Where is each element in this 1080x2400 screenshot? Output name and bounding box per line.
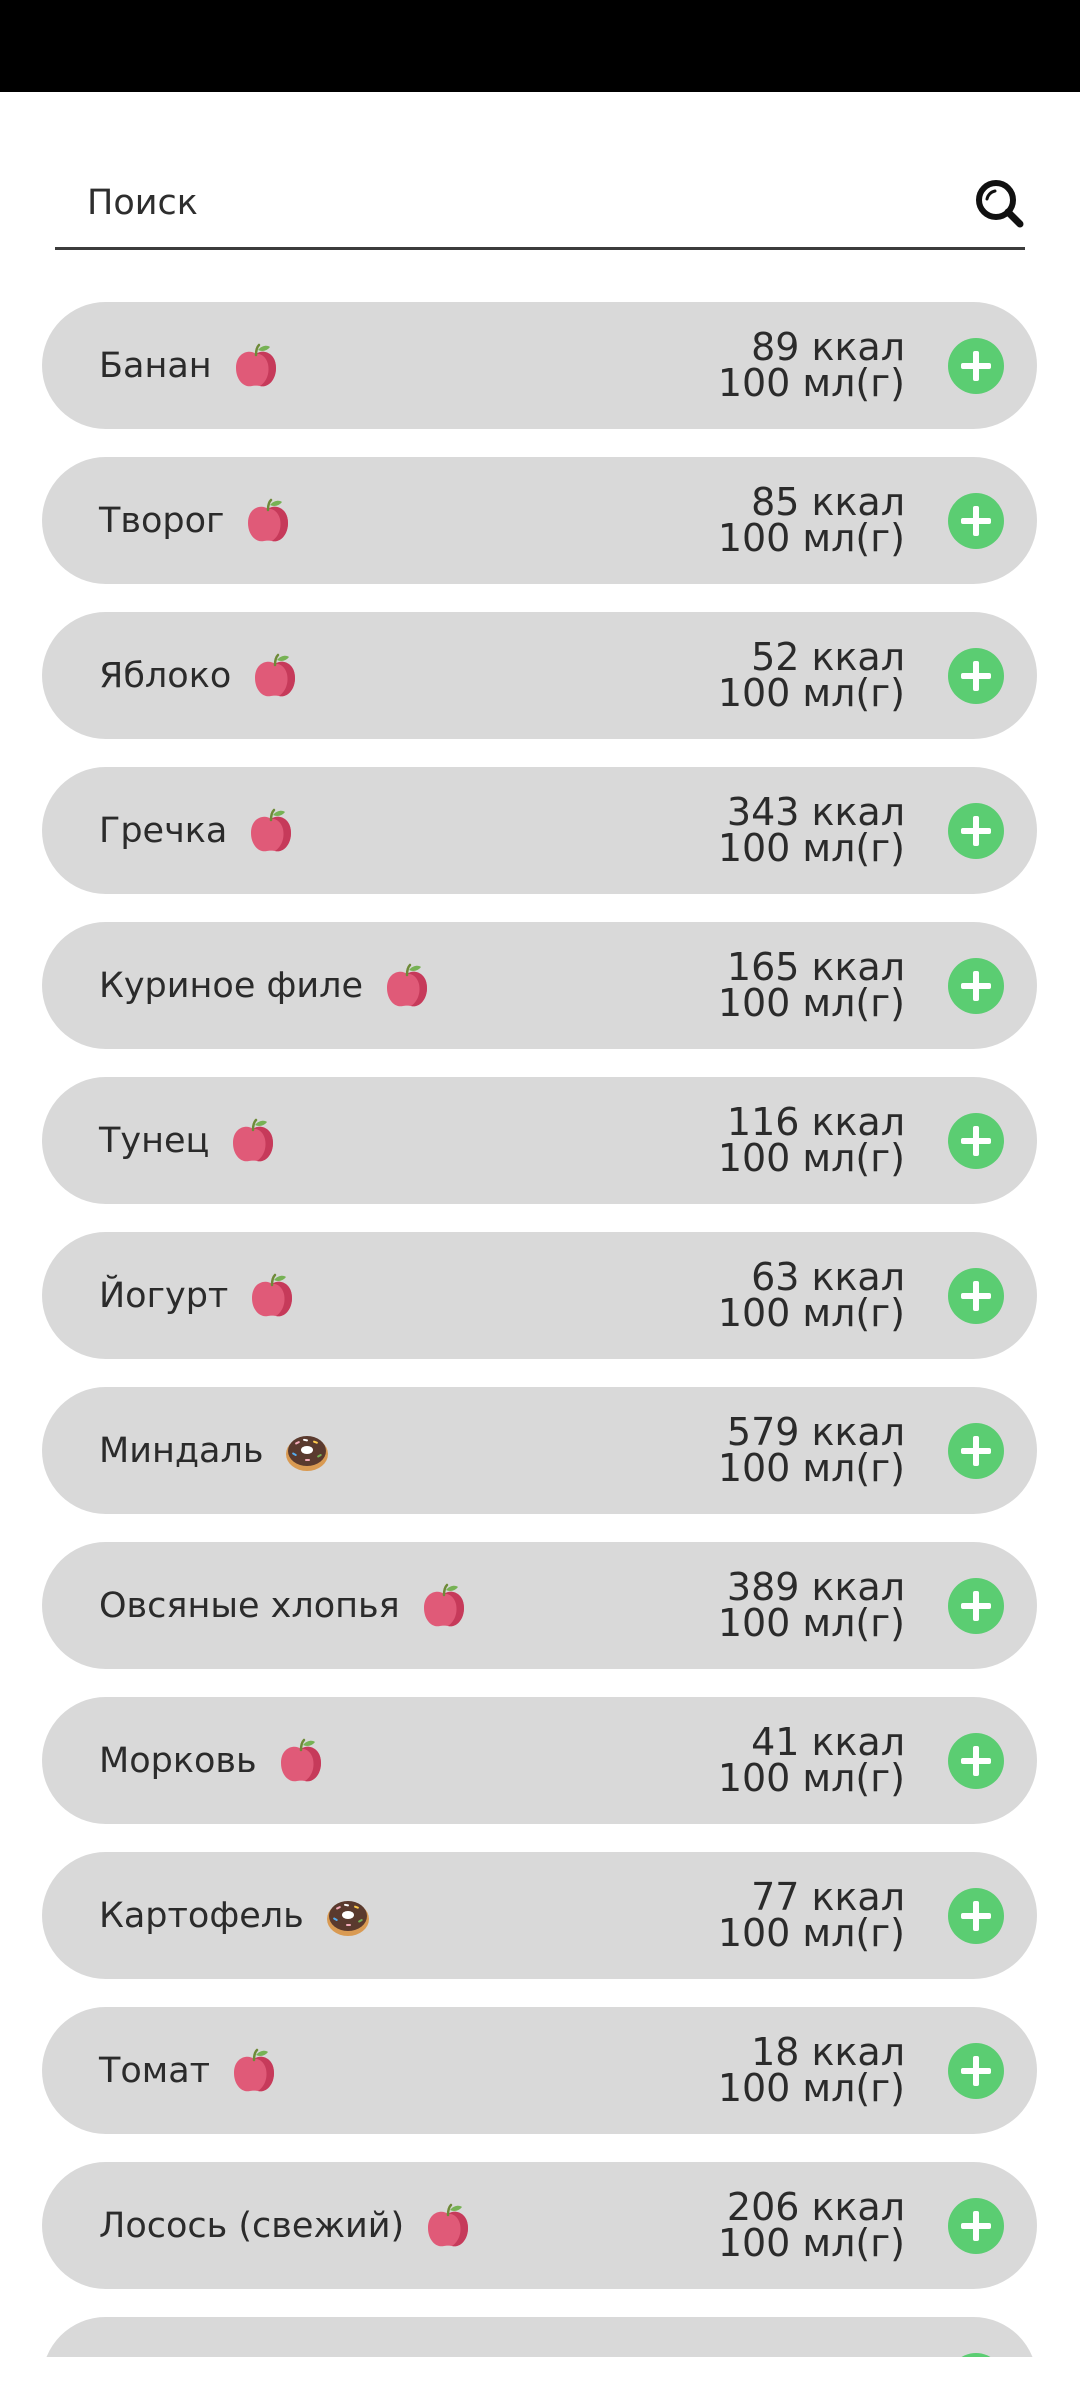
product-portion: 100 мл(г) <box>717 1911 905 1955</box>
product-name: Гречка <box>99 810 228 851</box>
apple-icon <box>383 962 431 1010</box>
product-portion: 100 мл(г) <box>717 1291 905 1335</box>
product-item[interactable]: Творог 85 ккал 100 мл(г) <box>42 457 1037 584</box>
product-name-group: Картофель <box>99 1852 372 1979</box>
product-name: Миндаль <box>99 1430 264 1471</box>
product-name-group: Овсяные хлопья <box>99 1542 468 1669</box>
product-name: Творог <box>99 500 225 541</box>
product-list: Банан 89 ккал 100 мл(г) Творог 85 ккал 100 мл… <box>42 302 1037 2357</box>
product-name-group: Миндаль <box>99 1387 331 1514</box>
add-product-button[interactable] <box>948 338 1004 394</box>
product-item[interactable]: Банан 89 ккал 100 мл(г) <box>42 302 1037 429</box>
product-name-group: Яблоко <box>99 612 299 739</box>
product-item[interactable]: Томат 18 ккал 100 мл(г) <box>42 2007 1037 2134</box>
product-item[interactable]: Морковь 41 ккал 100 мл(г) <box>42 1697 1037 1824</box>
search-icon[interactable] <box>973 177 1025 229</box>
product-name: Йогурт <box>99 1275 229 1316</box>
product-name-group: Йогурт <box>99 1232 296 1359</box>
product-item[interactable] <box>42 2317 1037 2357</box>
product-item[interactable]: Овсяные хлопья 389 ккал 100 мл(г) <box>42 1542 1037 1669</box>
product-name: Банан <box>99 345 212 386</box>
product-name: Лосось (свежий) <box>99 2205 405 2246</box>
product-name-group: Банан <box>99 302 280 429</box>
product-item[interactable]: Гречка 343 ккал 100 мл(г) <box>42 767 1037 894</box>
add-product-button[interactable] <box>948 1733 1004 1789</box>
product-item[interactable]: Яблоко 52 ккал 100 мл(г) <box>42 612 1037 739</box>
add-product-button[interactable] <box>948 1888 1004 1944</box>
product-name: Овсяные хлопья <box>99 1585 400 1626</box>
product-name-group: Гречка <box>99 767 295 894</box>
product-name-group: Куриное филе <box>99 922 431 1049</box>
apple-icon <box>248 1272 296 1320</box>
add-product-button[interactable] <box>948 648 1004 704</box>
product-name-group: Морковь <box>99 1697 325 1824</box>
product-item[interactable]: Йогурт 63 ккал 100 мл(г) <box>42 1232 1037 1359</box>
product-item[interactable]: Тунец 116 ккал 100 мл(г) <box>42 1077 1037 1204</box>
apple-icon <box>232 342 280 390</box>
donut-icon <box>324 1892 372 1940</box>
product-portion: 100 мл(г) <box>717 516 905 560</box>
product-portion: 100 мл(г) <box>717 361 905 405</box>
apple-icon <box>277 1737 325 1785</box>
apple-icon <box>251 652 299 700</box>
product-item[interactable]: Картофель 77 ккал 100 мл(г) <box>42 1852 1037 1979</box>
apple-icon <box>230 2047 278 2095</box>
apple-icon <box>229 1117 277 1165</box>
product-name: Тунец <box>99 1120 210 1161</box>
product-item[interactable]: Миндаль 579 ккал 100 мл(г) <box>42 1387 1037 1514</box>
status-bar <box>0 0 1080 92</box>
product-name-group: Лосось (свежий) <box>99 2162 472 2289</box>
product-name: Яблоко <box>99 655 232 696</box>
product-name: Морковь <box>99 1740 257 1781</box>
apple-icon <box>244 497 292 545</box>
add-product-button[interactable] <box>948 1578 1004 1634</box>
add-product-button[interactable] <box>948 803 1004 859</box>
add-product-button[interactable] <box>948 2043 1004 2099</box>
product-portion: 100 мл(г) <box>717 1446 905 1490</box>
add-product-button[interactable] <box>948 1423 1004 1479</box>
product-name-group: Тунец <box>99 1077 277 1204</box>
product-portion: 100 мл(г) <box>717 1756 905 1800</box>
apple-icon <box>420 1582 468 1630</box>
add-product-button[interactable] <box>948 958 1004 1014</box>
product-name: Томат <box>99 2050 211 2091</box>
search-bar <box>55 160 1025 250</box>
add-product-button[interactable] <box>948 493 1004 549</box>
add-product-button[interactable] <box>948 2353 1004 2357</box>
add-product-button[interactable] <box>948 2198 1004 2254</box>
add-product-button[interactable] <box>948 1113 1004 1169</box>
product-portion: 100 мл(г) <box>717 671 905 715</box>
product-name: Картофель <box>99 1895 304 1936</box>
product-portion: 100 мл(г) <box>717 2066 905 2110</box>
product-portion: 100 мл(г) <box>717 826 905 870</box>
apple-icon <box>247 807 295 855</box>
search-input[interactable] <box>55 160 925 246</box>
product-portion: 100 мл(г) <box>717 2221 905 2265</box>
product-portion: 100 мл(г) <box>717 981 905 1025</box>
product-name-group: Томат <box>99 2007 278 2134</box>
apple-icon <box>424 2202 472 2250</box>
product-name-group: Творог <box>99 457 292 584</box>
product-portion: 100 мл(г) <box>717 1601 905 1645</box>
donut-icon <box>283 1427 331 1475</box>
product-item[interactable]: Лосось (свежий) 206 ккал 100 мл(г) <box>42 2162 1037 2289</box>
product-portion: 100 мл(г) <box>717 1136 905 1180</box>
product-name: Куриное филе <box>99 965 364 1006</box>
add-product-button[interactable] <box>948 1268 1004 1324</box>
product-item[interactable]: Куриное филе 165 ккал 100 мл(г) <box>42 922 1037 1049</box>
